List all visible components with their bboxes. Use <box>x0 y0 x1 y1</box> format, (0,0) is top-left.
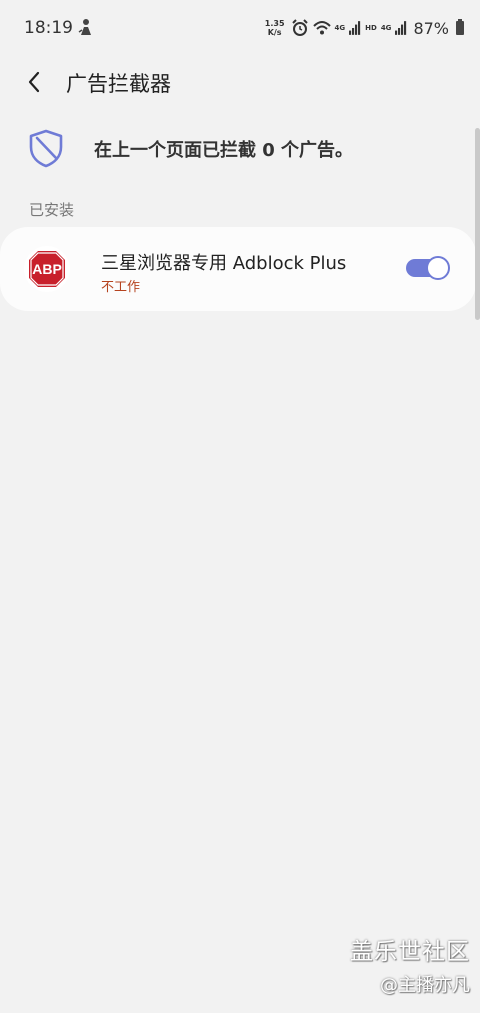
blocked-count-text: 在上一个页面已拦截 0 个广告。 <box>94 140 354 161</box>
network-speed: 1.35 K/s <box>265 19 285 37</box>
person-icon <box>78 19 91 35</box>
hd-label: HD <box>365 24 377 32</box>
extension-name: 三星浏览器专用 Adblock Plus <box>101 253 347 274</box>
battery-percent: 87% <box>413 18 449 38</box>
watermark-user: @主播亦凡 <box>380 975 470 996</box>
app-header: 广告拦截器 <box>0 58 480 106</box>
wifi-icon <box>312 21 331 35</box>
toggle-knob <box>426 256 450 280</box>
watermark-title: 盖乐世社区 <box>350 939 470 965</box>
extension-card-adblock-plus[interactable]: ABP 三星浏览器专用 Adblock Plus 不工作 <box>0 227 476 311</box>
chevron-left-icon <box>28 71 40 93</box>
signal-icon <box>349 21 361 35</box>
network-speed-value: 1.35 <box>264 19 285 28</box>
status-bar: 18:19 1.35 K/s 4G HD 4G 87% <box>0 0 480 58</box>
extension-status: 不工作 <box>101 280 141 295</box>
blocked-info: 在上一个页面已拦截 0 个广告。 <box>0 122 470 178</box>
abp-logo-icon: ABP <box>24 246 70 292</box>
signal-icon <box>395 21 407 35</box>
battery-icon <box>456 19 464 35</box>
screen: 18:19 1.35 K/s 4G HD 4G 87% 广告拦截器 在上一个页面… <box>0 0 480 1013</box>
shield-icon <box>29 129 63 168</box>
back-button[interactable] <box>18 64 50 100</box>
status-icons: 1.35 K/s 4G HD 4G 87% <box>265 17 464 39</box>
signal-label-1: 4G <box>334 24 346 32</box>
status-time: 18:19 <box>24 18 73 38</box>
page-title: 广告拦截器 <box>66 72 171 96</box>
abp-logo-text: ABP <box>32 261 62 277</box>
alarm-icon <box>291 19 308 36</box>
extension-enable-toggle[interactable] <box>406 256 450 280</box>
section-header-installed: 已安装 <box>29 201 75 219</box>
signal-label-2: 4G <box>380 24 392 32</box>
network-speed-unit: K/s <box>267 28 282 37</box>
scrollbar[interactable] <box>475 128 480 320</box>
